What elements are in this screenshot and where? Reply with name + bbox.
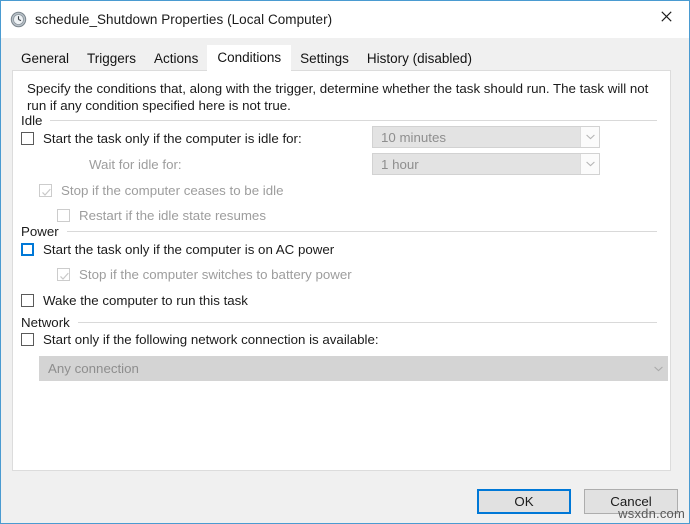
conditions-tab-panel: Specify the conditions that, along with …	[12, 70, 671, 471]
group-label-idle: Idle	[21, 112, 43, 128]
label-wait-for-idle: Wait for idle for:	[89, 157, 182, 172]
checkbox-stop-if-ceases-idle[interactable]: Stop if the computer ceases to be idle	[39, 183, 283, 198]
tab-settings[interactable]: Settings	[291, 47, 358, 71]
group-rule-idle	[50, 119, 657, 121]
tab-strip: General Triggers Actions Conditions Sett…	[12, 45, 672, 72]
watermark: wsxdn.com	[618, 506, 685, 521]
combo-network-connection[interactable]: Any connection	[39, 356, 668, 381]
group-header-power: Power	[21, 223, 657, 239]
tab-general[interactable]: General	[12, 47, 79, 71]
checkbox-restart-if-idle-resumes[interactable]: Restart if the idle state resumes	[57, 208, 266, 223]
window-title: schedule_Shutdown Properties (Local Comp…	[35, 12, 333, 27]
checkbox-label: Start only if the following network conn…	[43, 332, 379, 347]
combo-idle-duration[interactable]: 10 minutes	[372, 126, 600, 148]
group-header-network: Network	[21, 314, 657, 330]
tab-conditions[interactable]: Conditions	[207, 45, 292, 72]
group-rule-power	[66, 230, 657, 232]
checkbox-label: Restart if the idle state resumes	[79, 208, 266, 223]
checkbox-box[interactable]	[21, 333, 34, 346]
checkbox-start-if-ac-power[interactable]: Start the task only if the computer is o…	[21, 242, 334, 257]
chevron-down-icon[interactable]	[580, 154, 599, 174]
checkbox-box[interactable]	[21, 294, 34, 307]
combo-wait-for-idle[interactable]: 1 hour	[372, 153, 600, 175]
checkmark-icon	[41, 185, 52, 196]
group-label-power: Power	[21, 223, 59, 239]
checkbox-start-if-idle[interactable]: Start the task only if the computer is i…	[21, 131, 302, 146]
checkbox-box[interactable]	[39, 184, 52, 197]
combo-value: 10 minutes	[381, 129, 447, 145]
checkbox-label: Stop if the computer switches to battery…	[79, 267, 352, 282]
task-properties-window: schedule_Shutdown Properties (Local Comp…	[0, 0, 690, 524]
tab-history[interactable]: History (disabled)	[357, 47, 481, 71]
checkmark-icon	[59, 269, 70, 280]
chevron-down-icon[interactable]	[649, 357, 667, 380]
ok-button[interactable]: OK	[477, 489, 571, 514]
group-label-network: Network	[21, 314, 70, 330]
checkbox-box[interactable]	[21, 243, 34, 256]
checkbox-stop-if-battery[interactable]: Stop if the computer switches to battery…	[57, 267, 352, 282]
checkbox-label: Start the task only if the computer is o…	[43, 242, 335, 257]
tab-actions[interactable]: Actions	[145, 47, 208, 71]
group-rule-network	[77, 321, 657, 323]
checkbox-wake-computer[interactable]: Wake the computer to run this task	[21, 293, 248, 308]
combo-value: Any connection	[48, 361, 139, 376]
clock-task-icon	[10, 11, 27, 28]
title-bar: schedule_Shutdown Properties (Local Comp…	[1, 1, 689, 38]
checkbox-label: Wake the computer to run this task	[43, 293, 248, 308]
chevron-down-icon[interactable]	[580, 127, 599, 147]
checkbox-box[interactable]	[21, 132, 34, 145]
checkbox-box[interactable]	[57, 209, 70, 222]
combo-value: 1 hour	[381, 156, 419, 172]
checkbox-box[interactable]	[57, 268, 70, 281]
close-icon[interactable]	[643, 1, 689, 32]
conditions-description: Specify the conditions that, along with …	[27, 81, 649, 113]
checkbox-label: Stop if the computer ceases to be idle	[61, 183, 284, 198]
checkbox-start-if-network[interactable]: Start only if the following network conn…	[21, 332, 379, 347]
checkbox-label: Start the task only if the computer is i…	[43, 131, 302, 146]
tab-triggers[interactable]: Triggers	[78, 47, 146, 71]
